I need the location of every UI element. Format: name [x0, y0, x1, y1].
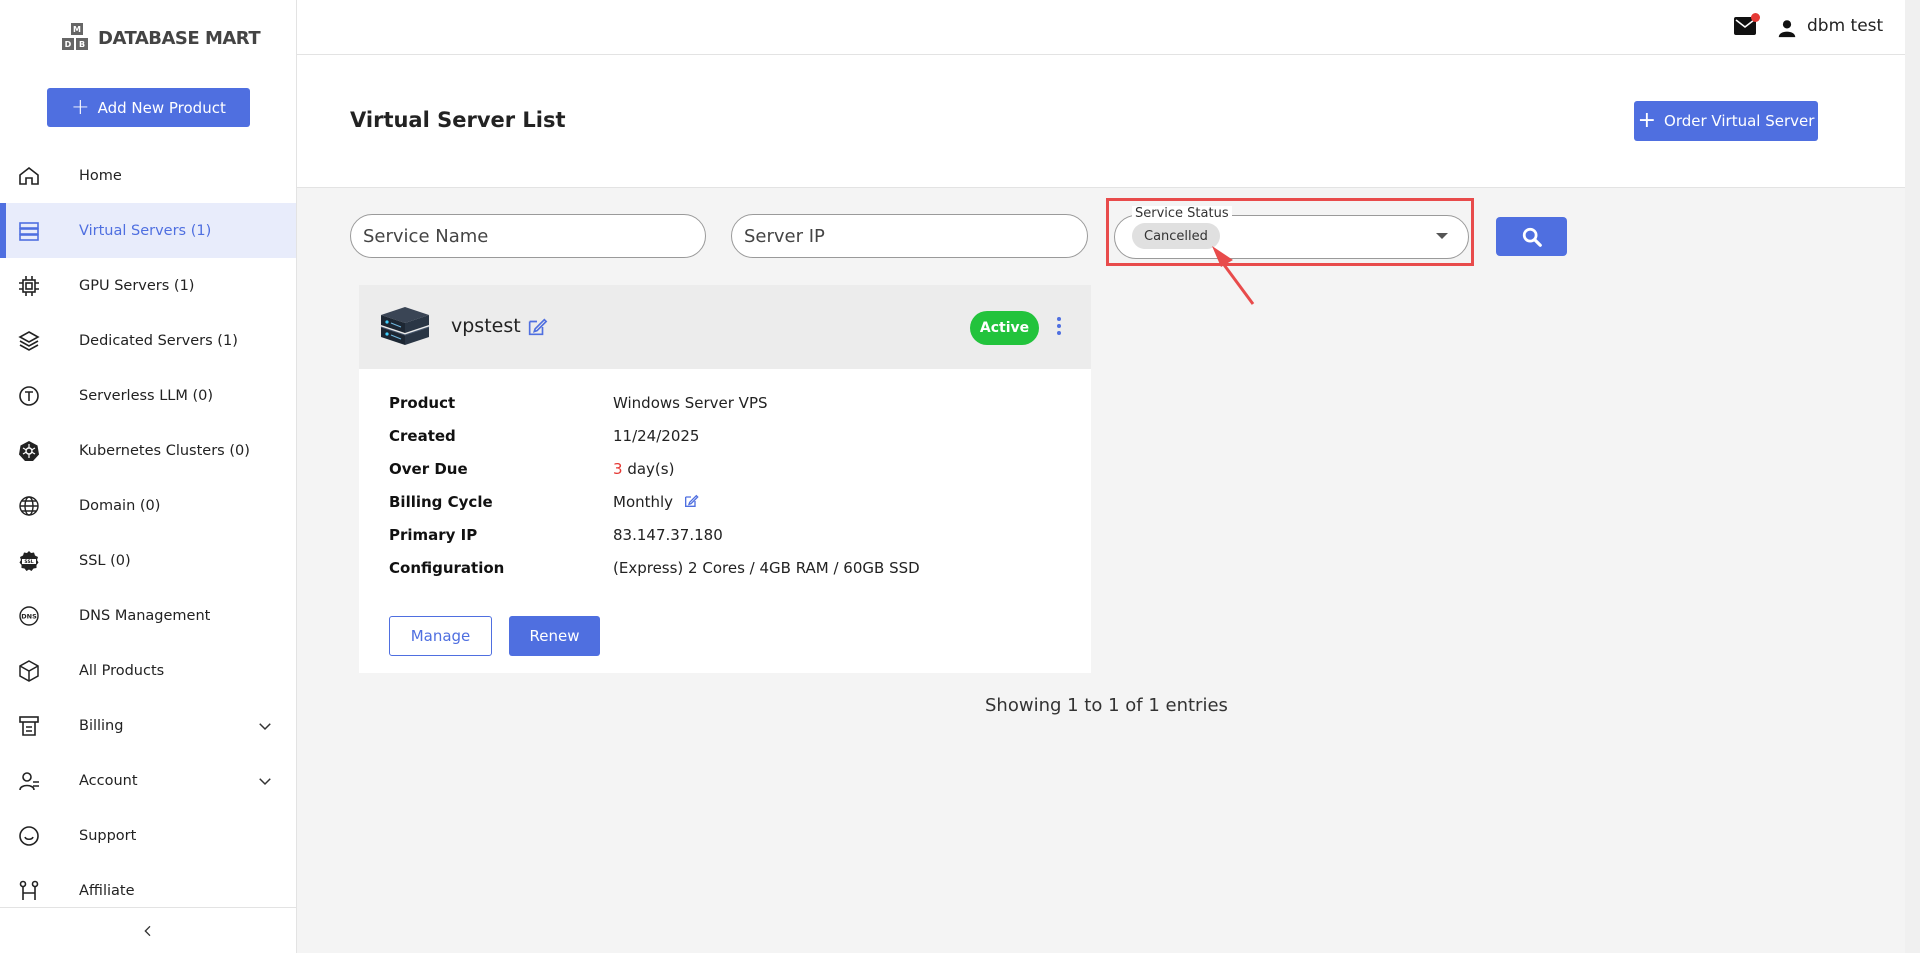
overdue-days: 3 [613, 460, 623, 478]
user-icon[interactable] [1776, 17, 1798, 39]
sidebar-item-kubernetes[interactable]: Kubernetes Clusters (0) [0, 423, 296, 478]
chevron-down-icon [259, 722, 271, 730]
page-scrollbar[interactable] [1905, 0, 1920, 953]
edit-billing-icon[interactable] [683, 493, 699, 509]
kubernetes-icon [16, 438, 42, 464]
logo-mark-icon: M D B [62, 23, 92, 53]
sidebar-item-account[interactable]: Account [0, 753, 296, 808]
brand-logo[interactable]: M D B DATABASE MART [62, 22, 261, 54]
gpu-chip-icon [16, 273, 42, 299]
notification-dot [1751, 13, 1760, 22]
chevron-down-icon [259, 777, 271, 785]
svg-text:SSL: SSL [24, 559, 33, 565]
search-icon [1522, 227, 1542, 247]
sidebar-item-ssl[interactable]: SSL SSL (0) [0, 533, 296, 588]
affiliate-icon [16, 878, 42, 904]
server-card: vpstest Active Product Windows Server VP… [359, 285, 1091, 673]
svg-text:DNS: DNS [21, 612, 37, 620]
service-status-label: Service Status [1132, 206, 1232, 221]
sidebar-item-domain[interactable]: Domain (0) [0, 478, 296, 533]
sidebar-item-support[interactable]: Support [0, 808, 296, 863]
page-header: Virtual Server List + Order Virtual Serv… [297, 55, 1905, 188]
home-icon [16, 163, 42, 189]
sidebar: M D B DATABASE MART + Add New Product Ho… [0, 0, 297, 953]
server-hardware-icon [380, 307, 430, 345]
plus-icon: + [71, 94, 90, 120]
server-stack-icon [16, 218, 42, 244]
service-name-input[interactable]: Service Name [350, 214, 706, 258]
dedicated-server-icon [16, 328, 42, 354]
sidebar-item-home[interactable]: Home [0, 148, 296, 203]
pagination-summary: Showing 1 to 1 of 1 entries [985, 695, 1228, 716]
globe-icon [16, 493, 42, 519]
sidebar-item-all-products[interactable]: All Products [0, 643, 296, 698]
caret-down-icon[interactable] [1436, 233, 1448, 239]
server-card-header: vpstest Active [359, 285, 1091, 369]
llm-icon [16, 383, 42, 409]
logo-text: DATABASE MART [98, 27, 261, 49]
top-bar: dbm test [297, 0, 1905, 55]
dns-icon: DNS [16, 603, 42, 629]
support-icon [16, 823, 42, 849]
plus-icon: + [1637, 108, 1657, 133]
collapse-sidebar-button[interactable] [0, 907, 296, 953]
sidebar-item-serverless-llm[interactable]: Serverless LLM (0) [0, 368, 296, 423]
edit-name-icon[interactable] [526, 316, 548, 338]
sidebar-item-billing[interactable]: Billing [0, 698, 296, 753]
more-options-icon[interactable] [1056, 317, 1062, 337]
server-ip-input[interactable]: Server IP [731, 214, 1088, 258]
chevron-left-icon [144, 925, 151, 936]
account-icon [16, 768, 42, 794]
page-title: Virtual Server List [350, 108, 566, 132]
manage-button[interactable]: Manage [389, 616, 492, 656]
sidebar-item-gpu-servers[interactable]: GPU Servers (1) [0, 258, 296, 313]
status-badge: Active [970, 311, 1039, 345]
sidebar-item-dns[interactable]: DNS DNS Management [0, 588, 296, 643]
search-button[interactable] [1496, 217, 1567, 256]
billing-icon [16, 713, 42, 739]
server-name: vpstest [451, 315, 521, 337]
sidebar-item-virtual-servers[interactable]: Virtual Servers (1) [0, 203, 296, 258]
renew-button[interactable]: Renew [509, 616, 600, 656]
ssl-icon: SSL [16, 548, 42, 574]
annotation-arrow-icon [1212, 246, 1255, 305]
order-virtual-server-button[interactable]: + Order Virtual Server [1634, 101, 1818, 141]
add-new-product-button[interactable]: + Add New Product [47, 88, 250, 127]
box-icon [16, 658, 42, 684]
user-name[interactable]: dbm test [1807, 16, 1883, 36]
sidebar-item-dedicated-servers[interactable]: Dedicated Servers (1) [0, 313, 296, 368]
sidebar-nav: Home Virtual Servers (1) GPU Servers (1)… [0, 148, 296, 918]
